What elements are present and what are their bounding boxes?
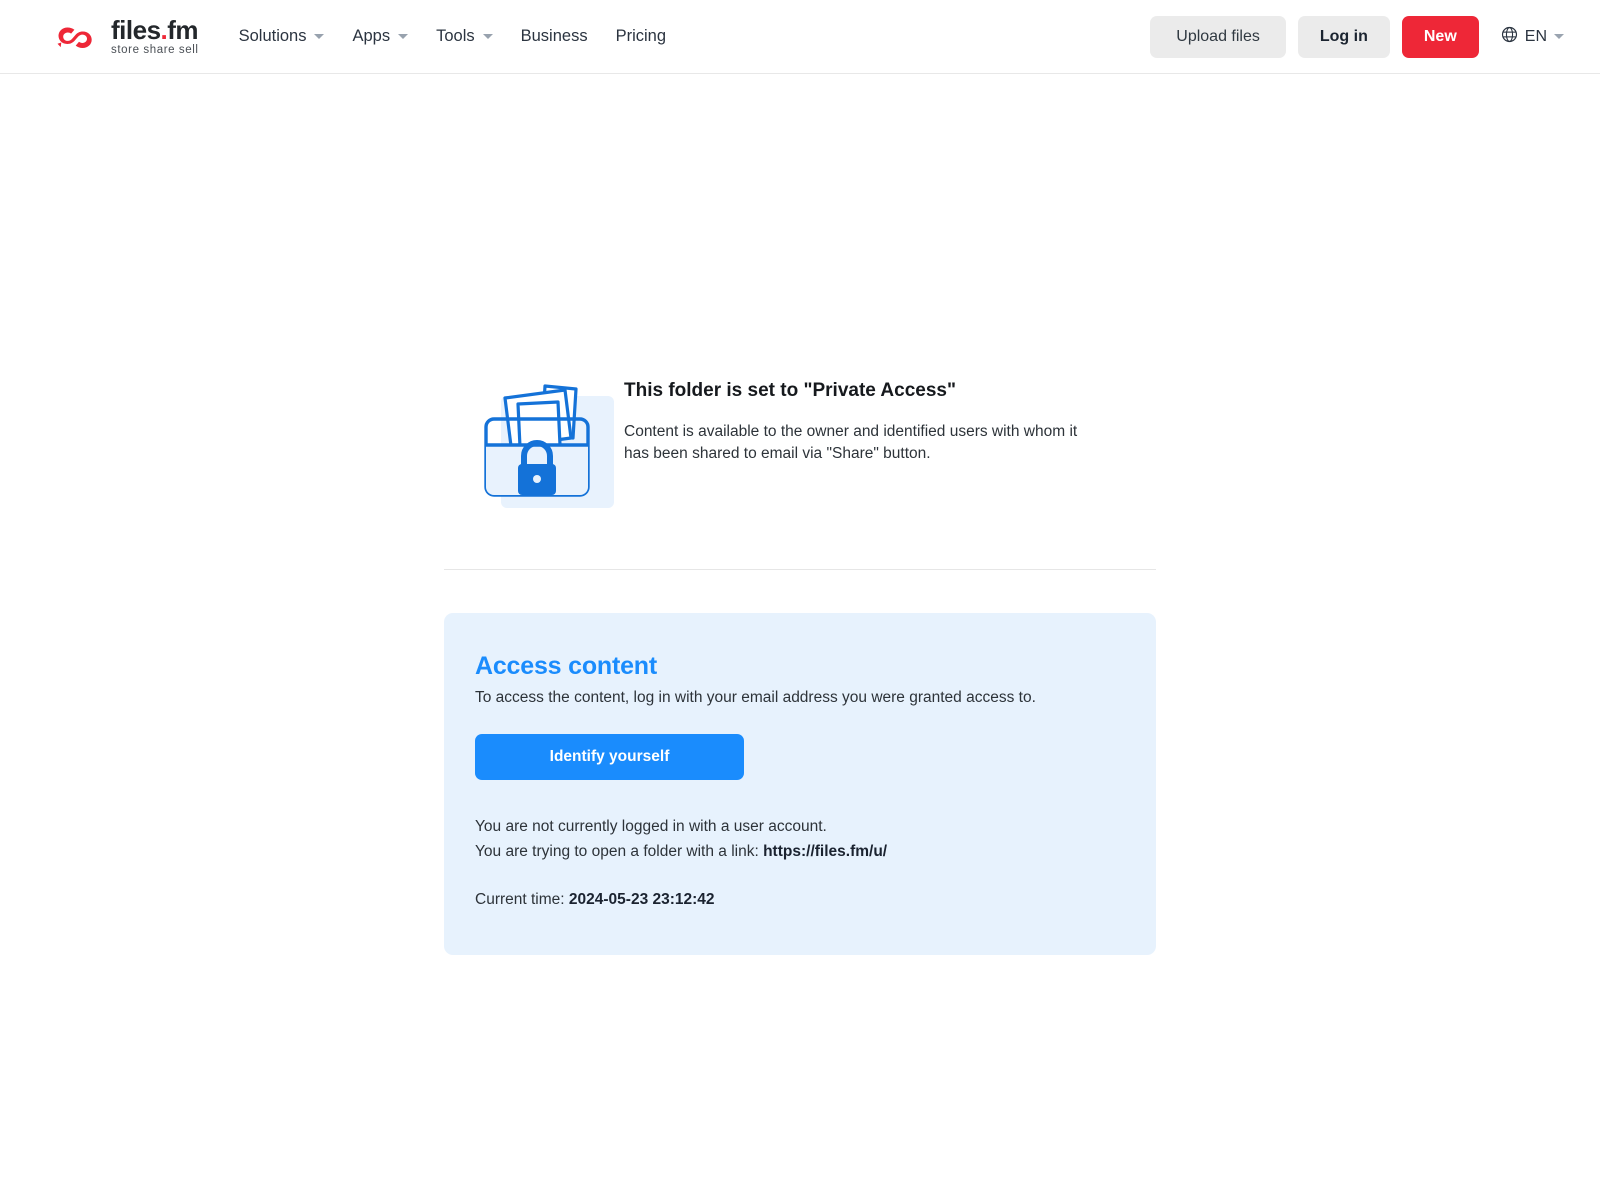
identify-yourself-button[interactable]: Identify yourself (475, 734, 744, 780)
brand-logo[interactable]: files.fm store share sell (55, 17, 199, 57)
folder-link-line: You are trying to open a folder with a l… (475, 839, 1125, 864)
folder-link-url: https://files.fm/u/ (763, 843, 888, 861)
chevron-down-icon (1554, 34, 1564, 39)
nav-item-tools[interactable]: Tools (422, 19, 507, 54)
new-button[interactable]: New (1401, 15, 1479, 58)
files-fm-cloud-icon (55, 21, 101, 53)
private-access-notice: This folder is set to "Private Access" C… (444, 362, 1156, 512)
chevron-down-icon (398, 34, 409, 39)
login-status-text: You are not currently logged in with a u… (475, 814, 1125, 864)
brand-tagline: store share sell (111, 43, 199, 56)
nav-item-business[interactable]: Business (507, 19, 602, 54)
access-content-panel: Access content To access the content, lo… (444, 613, 1156, 956)
folder-link-prefix: You are trying to open a folder with a l… (475, 843, 759, 861)
globe-icon (1501, 26, 1518, 48)
header-actions: Upload files Log in New EN (1150, 15, 1568, 58)
nav-item-apps[interactable]: Apps (338, 19, 422, 54)
upload-files-button[interactable]: Upload files (1150, 15, 1286, 58)
current-time-value: 2024-05-23 23:12:42 (568, 891, 715, 909)
nav-label: Pricing (615, 27, 667, 45)
locked-folder-icon (444, 362, 624, 512)
brand-name: files.fm (111, 14, 199, 45)
nav-item-pricing[interactable]: Pricing (602, 19, 680, 54)
log-in-button[interactable]: Log in (1297, 15, 1390, 58)
section-divider (444, 569, 1156, 570)
current-time-label: Current time: (475, 891, 565, 909)
current-time: Current time: 2024-05-23 23:12:42 (475, 891, 1125, 909)
not-logged-in-line: You are not currently logged in with a u… (475, 818, 827, 835)
notice-text: This folder is set to "Private Access" C… (624, 362, 1094, 465)
main-content: This folder is set to "Private Access" C… (444, 74, 1156, 956)
nav-label: Business (520, 27, 588, 45)
page-title: This folder is set to "Private Access" (624, 380, 956, 401)
nav-item-solutions[interactable]: Solutions (225, 19, 339, 54)
nav-label: Apps (352, 27, 391, 45)
panel-subtitle: To access the content, log in with your … (475, 689, 1036, 706)
language-selector[interactable]: EN (1491, 18, 1568, 56)
chevron-down-icon (314, 34, 325, 39)
notice-description: Content is available to the owner and id… (624, 423, 1078, 462)
nav-label: Tools (436, 27, 475, 45)
main-nav: Solutions Apps Tools Business Pricing (225, 19, 680, 54)
nav-label: Solutions (238, 27, 307, 45)
site-header: files.fm store share sell Solutions Apps… (0, 0, 1600, 74)
chevron-down-icon (482, 34, 493, 39)
panel-title: Access content (475, 652, 657, 680)
language-label: EN (1524, 27, 1547, 45)
